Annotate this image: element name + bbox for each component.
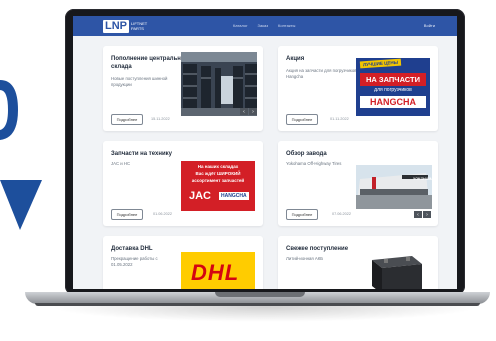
banner-brand: HANGCHA [360,96,426,108]
card-description: Акция на запчасти для погрузчиков Hangch… [286,68,357,79]
battery-image [372,256,422,289]
next-arrow-icon[interactable]: › [249,108,257,115]
news-card-factory[interactable]: Обзор завода Yokohama Off-Highway Tires … [278,141,438,226]
hangcha-logo: HANGCHA [219,192,249,200]
card-description: JAC и HC [111,161,131,166]
factory-image [356,165,432,209]
banner-main-text: НА ЗАПЧАСТИ [360,73,426,86]
slider-arrows: ‹ › [240,108,257,115]
hangcha-promo-banner: ЛУЧШИЕ ЦЕНЫ НА ЗАПЧАСТИ для погрузчиков … [356,58,430,116]
card-date: 15.11.2022 [151,117,170,121]
logo-mark: LNP [103,19,129,33]
more-button[interactable]: Подробнее [286,209,318,220]
banner-line-1: На наших складах [197,164,239,169]
card-title: Акция [286,56,305,62]
more-button[interactable]: Подробнее [286,114,318,125]
factory-brand: YOKOHAMA [413,177,434,181]
card-date: 01.11.2022 [330,117,349,121]
card-title: Свежее поступление [286,246,349,252]
top-navbar: LNP LIFTNET PARTS Каталог Заказ Контакты… [73,16,457,36]
banner-line-2: Вас ждёт ШИРОКИЙ [195,171,241,176]
banner-line-3: ассортимент запчастей [191,178,245,183]
banner-sub-text: для погрузчиков [374,87,412,93]
card-title: Запчасти на технику [111,151,172,157]
dhl-banner: DHL [181,252,255,289]
background-arrow-decoration [0,80,42,230]
logo-subtitle: LIFTNET PARTS [131,21,148,31]
prev-arrow-icon[interactable]: ‹ [414,211,422,218]
laptop: LNP LIFTNET PARTS Каталог Заказ Контакты… [65,9,465,295]
card-description: Новые поступления шинной продукции [111,76,168,87]
nav-links: Каталог Заказ Контакты [233,23,295,28]
dhl-logo: DHL [191,260,240,285]
card-title: Доставка DHL [111,246,153,252]
card-description: Yokohama Off-Highway Tires [286,161,342,166]
site-logo[interactable]: LNP LIFTNET PARTS [103,19,155,33]
news-card-parts[interactable]: Запчасти на технику JAC и HC Подробнее 0… [103,141,263,226]
news-card-promo[interactable]: Акция Акция на запчасти для погрузчиков … [278,46,438,131]
news-card-warehouse[interactable]: Пополнение центрального склада Новые пос… [103,46,263,131]
laptop-screen: LNP LIFTNET PARTS Каталог Заказ Контакты… [73,16,457,289]
nav-link-contacts[interactable]: Контакты [278,23,295,28]
laptop-base-notch [215,292,305,297]
more-button[interactable]: Подробнее [111,114,143,125]
banner-top-label: ЛУЧШИЕ ЦЕНЫ [359,58,402,69]
card-date: 07.06.2022 [332,212,352,216]
slider-arrows: ‹ › [414,211,431,218]
card-description: Литий-ионная АКБ [286,256,324,261]
card-title: Пополнение центрального склада [111,56,191,70]
warehouse-image [181,52,257,116]
nav-link-order[interactable]: Заказ [258,23,269,28]
card-date: 01.06.2022 [153,212,173,216]
news-card-dhl[interactable]: Доставка DHL Прекращение работы с 01.05.… [103,236,263,289]
laptop-base-edge [35,303,480,306]
news-card-battery[interactable]: Свежее поступление Литий-ионная АКБ [278,236,438,289]
more-button[interactable]: Подробнее [111,209,143,220]
card-description: Прекращение работы с 01.05.2022 [111,256,158,267]
nav-link-catalog[interactable]: Каталог [233,23,248,28]
next-arrow-icon[interactable]: › [423,211,431,218]
prev-arrow-icon[interactable]: ‹ [240,108,248,115]
nav-login-link[interactable]: Войти [424,23,435,28]
card-title: Обзор завода [286,151,327,157]
jac-logo: JAC [189,190,212,202]
jac-promo-banner: На наших складах Вас ждёт ШИРОКИЙ ассорт… [181,161,255,211]
